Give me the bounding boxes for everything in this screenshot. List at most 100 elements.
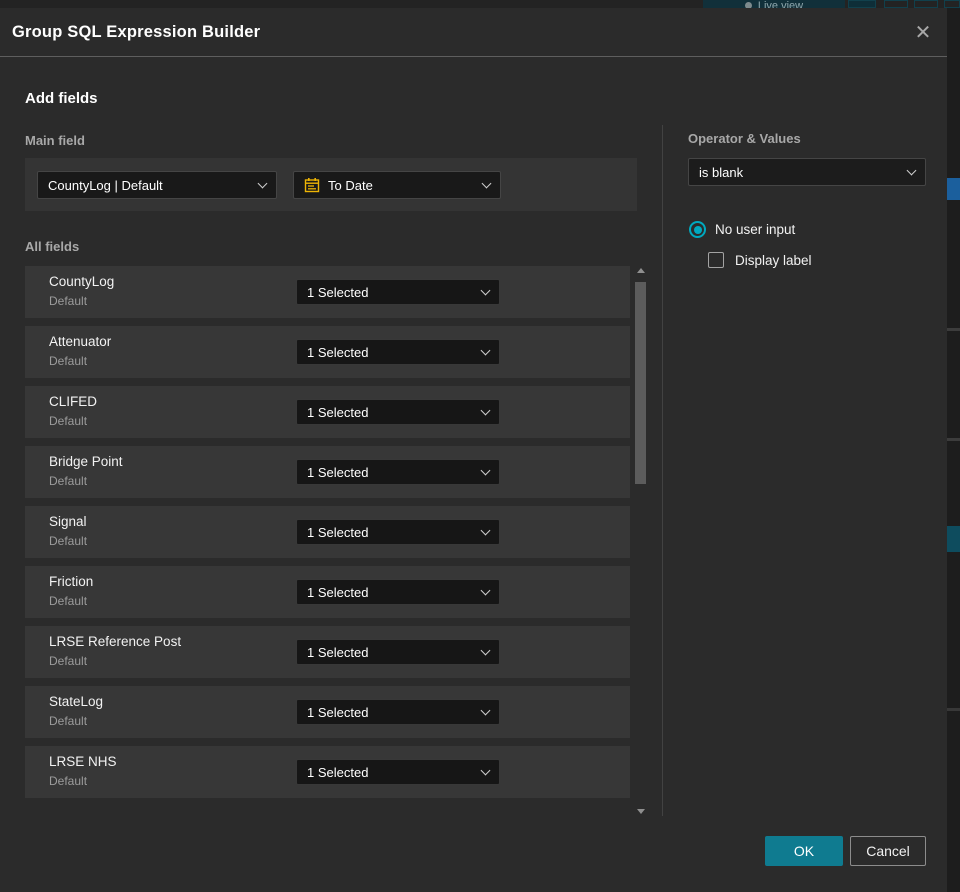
- selected-count: 1 Selected: [307, 524, 369, 540]
- chevron-down-icon: [906, 165, 917, 175]
- field-name: LRSE Reference Post: [49, 634, 182, 649]
- field-row-clifed: CLIFED Default 1 Selected: [25, 386, 630, 438]
- field-subtitle: Default: [49, 654, 88, 668]
- cancel-button[interactable]: Cancel: [850, 836, 926, 866]
- background-fragment: [947, 526, 960, 552]
- ok-button[interactable]: OK: [765, 836, 843, 866]
- background-fragment: [947, 438, 960, 441]
- radio-selected-icon: [689, 221, 706, 238]
- field-subtitle: Default: [49, 714, 88, 728]
- chevron-down-icon: [480, 705, 491, 715]
- background-app-topbar: Live view: [0, 0, 960, 8]
- selected-count: 1 Selected: [307, 644, 369, 660]
- background-toolbar-button: [848, 0, 876, 8]
- background-fragment: [947, 178, 960, 200]
- operator-values-label: Operator & Values: [688, 131, 801, 146]
- close-icon[interactable]: ✕: [909, 19, 937, 47]
- background-toolbar-button: [944, 0, 960, 8]
- field-row-countylog: CountyLog Default 1 Selected: [25, 266, 630, 318]
- display-label-checkbox[interactable]: Display label: [708, 252, 812, 268]
- field-subtitle: Default: [49, 474, 88, 488]
- field-name: LRSE NHS: [49, 754, 117, 769]
- live-view-label: Live view: [757, 0, 804, 8]
- field-name: CountyLog: [49, 274, 115, 289]
- chevron-down-icon: [480, 645, 491, 655]
- field-row-attenuator: Attenuator Default 1 Selected: [25, 326, 630, 378]
- live-view-toggle[interactable]: Live view: [703, 0, 845, 8]
- background-fragment: [947, 328, 960, 331]
- selected-count: 1 Selected: [307, 284, 369, 300]
- background-fragment: [947, 708, 960, 711]
- field-name: Signal: [49, 514, 87, 529]
- field-subtitle: Default: [49, 294, 88, 308]
- chevron-down-icon: [257, 178, 268, 188]
- chevron-down-icon: [480, 285, 491, 295]
- display-label-label: Display label: [735, 252, 812, 268]
- main-field-dropdown[interactable]: CountyLog | Default: [37, 171, 277, 199]
- calendar-icon: [304, 178, 320, 193]
- field-selected-dropdown[interactable]: 1 Selected: [296, 759, 500, 785]
- background-toolbar-button: [884, 0, 908, 8]
- chevron-down-icon: [480, 405, 491, 415]
- scroll-down-icon[interactable]: [637, 809, 645, 814]
- screen: Live view Group SQL Expression Builder ✕…: [0, 0, 960, 892]
- field-row-bridge-point: Bridge Point Default 1 Selected: [25, 446, 630, 498]
- field-subtitle: Default: [49, 414, 88, 428]
- field-selected-dropdown[interactable]: 1 Selected: [296, 579, 500, 605]
- scrollbar-thumb[interactable]: [635, 282, 646, 484]
- field-row-friction: Friction Default 1 Selected: [25, 566, 630, 618]
- field-subtitle: Default: [49, 594, 88, 608]
- selected-count: 1 Selected: [307, 464, 369, 480]
- chevron-down-icon: [480, 585, 491, 595]
- add-fields-heading: Add fields: [25, 90, 98, 107]
- main-field-dropdown-value: CountyLog | Default: [48, 177, 163, 193]
- field-selected-dropdown[interactable]: 1 Selected: [296, 639, 500, 665]
- operator-dropdown[interactable]: is blank: [688, 158, 926, 186]
- selected-count: 1 Selected: [307, 704, 369, 720]
- field-row-signal: Signal Default 1 Selected: [25, 506, 630, 558]
- field-subtitle: Default: [49, 534, 88, 548]
- field-row-lrse-reference-post: LRSE Reference Post Default 1 Selected: [25, 626, 630, 678]
- operator-dropdown-value: is blank: [699, 164, 744, 180]
- field-name: Bridge Point: [49, 454, 123, 469]
- date-field-dropdown[interactable]: To Date: [293, 171, 501, 199]
- field-subtitle: Default: [49, 354, 88, 368]
- field-selected-dropdown[interactable]: 1 Selected: [296, 339, 500, 365]
- background-app-right-edge: [947, 8, 960, 892]
- panel-divider: [662, 125, 663, 816]
- background-toolbar-button: [914, 0, 938, 8]
- main-field-label: Main field: [25, 133, 85, 148]
- group-sql-expression-builder-dialog: Group SQL Expression Builder ✕ Add field…: [0, 8, 947, 892]
- field-name: CLIFED: [49, 394, 98, 409]
- no-user-input-radio[interactable]: No user input: [689, 221, 795, 238]
- field-selected-dropdown[interactable]: 1 Selected: [296, 459, 500, 485]
- date-field-dropdown-value: To Date: [328, 177, 373, 193]
- field-name: Attenuator: [49, 334, 112, 349]
- list-scrollbar[interactable]: [634, 262, 648, 816]
- selected-count: 1 Selected: [307, 764, 369, 780]
- chevron-down-icon: [481, 178, 492, 188]
- scroll-up-icon[interactable]: [637, 268, 645, 273]
- selected-count: 1 Selected: [307, 584, 369, 600]
- chevron-down-icon: [480, 765, 491, 775]
- main-field-panel: CountyLog | Default To Date: [25, 158, 637, 211]
- field-selected-dropdown[interactable]: 1 Selected: [296, 279, 500, 305]
- dialog-title: Group SQL Expression Builder: [12, 22, 261, 41]
- field-selected-dropdown[interactable]: 1 Selected: [296, 519, 500, 545]
- chevron-down-icon: [480, 465, 491, 475]
- all-fields-label: All fields: [25, 239, 80, 254]
- checkbox-unchecked-icon: [708, 252, 724, 268]
- selected-count: 1 Selected: [307, 344, 369, 360]
- field-subtitle: Default: [49, 774, 88, 788]
- field-selected-dropdown[interactable]: 1 Selected: [296, 399, 500, 425]
- chevron-down-icon: [480, 525, 491, 535]
- field-row-lrse-nhs: LRSE NHS Default 1 Selected: [25, 746, 630, 798]
- dialog-header: Group SQL Expression Builder ✕: [0, 8, 947, 57]
- field-row-statelog: StateLog Default 1 Selected: [25, 686, 630, 738]
- field-selected-dropdown[interactable]: 1 Selected: [296, 699, 500, 725]
- field-name: StateLog: [49, 694, 104, 709]
- no-user-input-label: No user input: [715, 222, 796, 237]
- selected-count: 1 Selected: [307, 404, 369, 420]
- chevron-down-icon: [480, 345, 491, 355]
- field-name: Friction: [49, 574, 94, 589]
